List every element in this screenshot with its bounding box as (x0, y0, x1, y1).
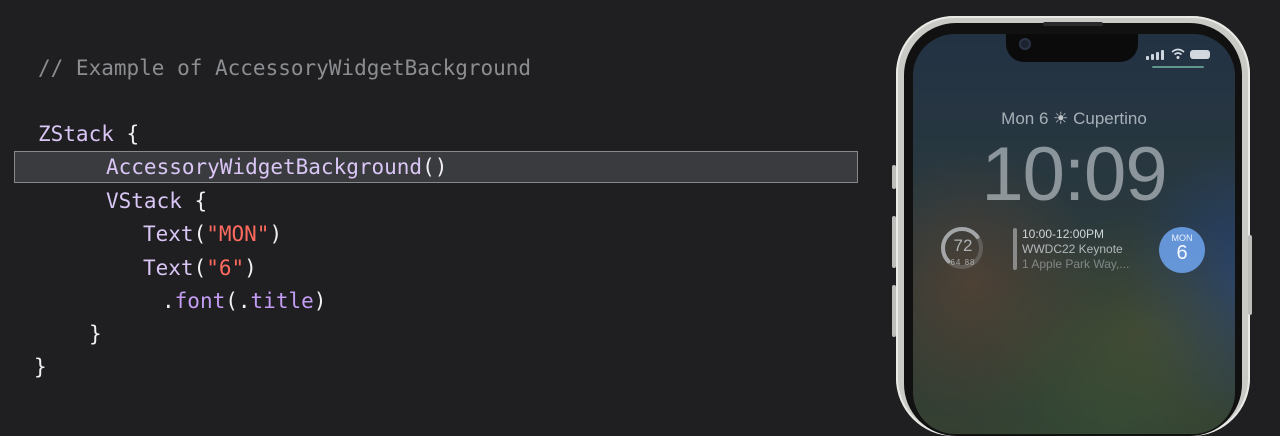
temperature-value: 72 (953, 236, 973, 255)
accessory-widget-background-call: AccessoryWidgetBackground (106, 155, 423, 179)
code-line-text-6: Text("6") (143, 253, 257, 283)
paren-open: ( (193, 256, 207, 280)
wifi-icon (1171, 48, 1185, 60)
calendar-event-title[interactable]: WWDC22 Keynote (1022, 242, 1123, 257)
paren-dot: (. (225, 289, 251, 313)
brace: { (181, 189, 208, 213)
dot: . (162, 289, 175, 313)
text-keyword: Text (143, 256, 194, 280)
status-indicator-line (1152, 66, 1204, 68)
calendar-event-bar (1013, 228, 1017, 270)
code-line-font-modifier: .font(.title) (162, 286, 326, 316)
title-value: title (250, 289, 314, 313)
sun-icon: ☀ (1053, 109, 1069, 128)
status-bar (1146, 48, 1216, 62)
string-literal-mon: "MON" (206, 222, 270, 246)
code-line-vstack: VStack { (106, 186, 207, 216)
code-line-zstack: ZStack { (38, 119, 139, 149)
code-comment: // Example of AccessoryWidgetBackground (38, 56, 532, 80)
side-button (1248, 235, 1252, 315)
lock-time: 10:09 (981, 132, 1167, 217)
string-literal-6: "6" (206, 256, 245, 280)
battery-icon (1190, 50, 1210, 59)
zstack-keyword: ZStack (38, 122, 114, 146)
earpiece-speaker (1043, 22, 1103, 26)
code-line-text-mon: Text("MON") (143, 219, 282, 249)
vstack-keyword: VStack (106, 189, 182, 213)
temperature-range: 64 88 (950, 258, 976, 267)
font-modifier: font (174, 289, 226, 313)
calendar-event-location[interactable]: 1 Apple Park Way,... (1022, 257, 1129, 272)
paren-close: ) (313, 289, 327, 313)
paren-open: ( (193, 222, 207, 246)
date-badge-day: 6 (1176, 242, 1188, 264)
volume-down-button (892, 285, 896, 337)
volume-up-button (892, 216, 896, 268)
brace: { (113, 122, 140, 146)
paren-close: ) (269, 222, 283, 246)
code-panel: // Example of AccessoryWidgetBackground … (0, 0, 880, 401)
calendar-event-time[interactable]: 10:00-12:00PM (1022, 227, 1104, 242)
lock-date: Mon 6 (1001, 109, 1049, 128)
lock-date-weather: Mon 6 ☀ Cupertino (913, 108, 1235, 130)
mute-switch (892, 165, 896, 189)
closing-brace-inner: } (89, 322, 102, 346)
lock-location: Cupertino (1073, 109, 1147, 128)
code-line-accessory: AccessoryWidgetBackground() (106, 152, 447, 182)
closing-brace-outer: } (34, 355, 47, 379)
front-camera-icon (1019, 38, 1031, 50)
parens: () (422, 155, 448, 179)
paren-close: ) (244, 256, 257, 280)
text-keyword: Text (143, 222, 194, 246)
